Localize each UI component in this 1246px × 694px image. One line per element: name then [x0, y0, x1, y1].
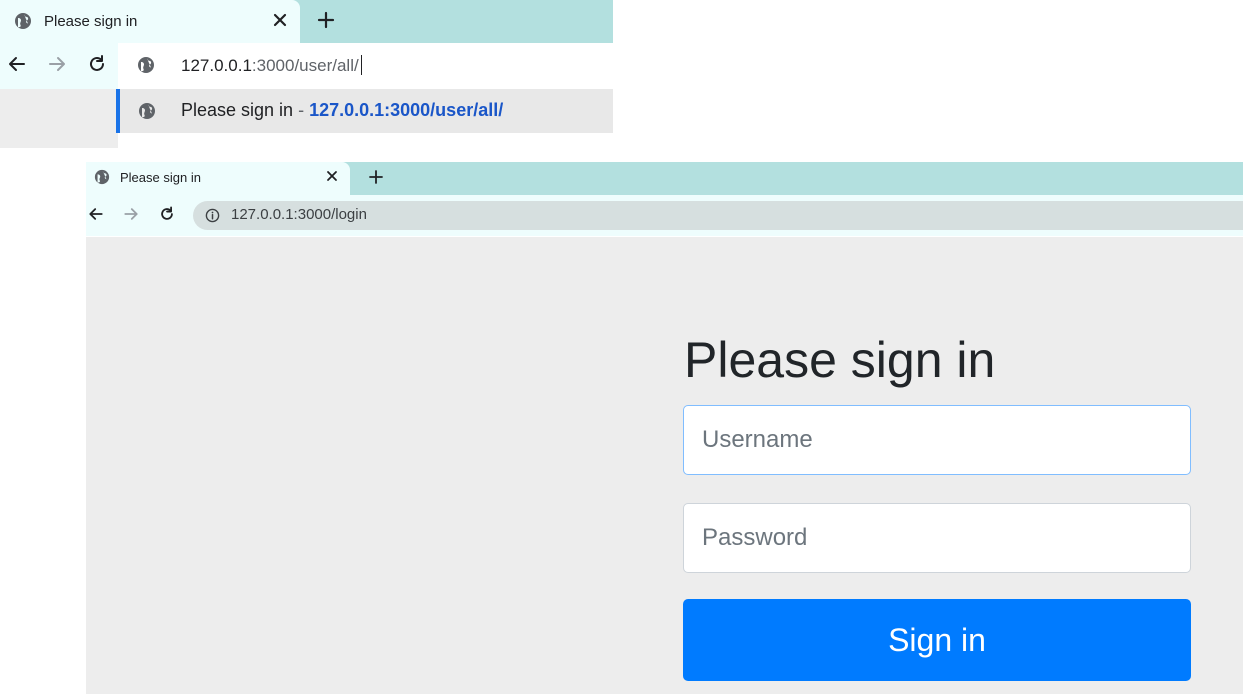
suggestion-url: 127.0.0.1:3000/user/all/ [309, 100, 504, 120]
suggestion-separator: - [293, 100, 310, 120]
plus-icon[interactable] [366, 167, 386, 187]
address-url: 127.0.0.1:3000/login [231, 206, 367, 223]
dropdown-gutter [0, 89, 118, 148]
forward-arrow-icon[interactable] [122, 205, 140, 223]
globe-icon [137, 56, 155, 74]
close-icon[interactable] [270, 10, 290, 30]
username-field[interactable] [683, 405, 1191, 475]
omnibox-path: :3000/user/all/ [251, 56, 359, 75]
tab-title: Please sign in [44, 13, 138, 30]
info-icon[interactable] [205, 208, 220, 223]
reload-icon[interactable] [86, 53, 108, 75]
plus-icon[interactable] [314, 8, 338, 32]
close-icon[interactable] [324, 168, 340, 184]
suggestion-text: Please sign in - 127.0.0.1:3000/user/all… [181, 100, 503, 121]
suggestion-title: Please sign in [181, 100, 294, 120]
globe-icon [138, 102, 156, 120]
omnibox-input[interactable]: 127.0.0.1:3000/user/all/ [181, 55, 362, 76]
globe-icon [94, 169, 110, 185]
forward-arrow-icon[interactable] [46, 53, 68, 75]
tab-title: Please sign in [120, 170, 201, 185]
back-arrow-icon[interactable] [87, 205, 105, 223]
sign-in-button[interactable]: Sign in [683, 599, 1191, 681]
password-field[interactable] [683, 503, 1191, 573]
page-title: Please sign in [684, 332, 996, 388]
back-arrow-icon[interactable] [6, 53, 28, 75]
globe-icon [14, 12, 32, 30]
text-caret [360, 55, 362, 75]
omnibox-host: 127.0.0.1 [181, 56, 252, 75]
reload-icon[interactable] [158, 205, 176, 223]
